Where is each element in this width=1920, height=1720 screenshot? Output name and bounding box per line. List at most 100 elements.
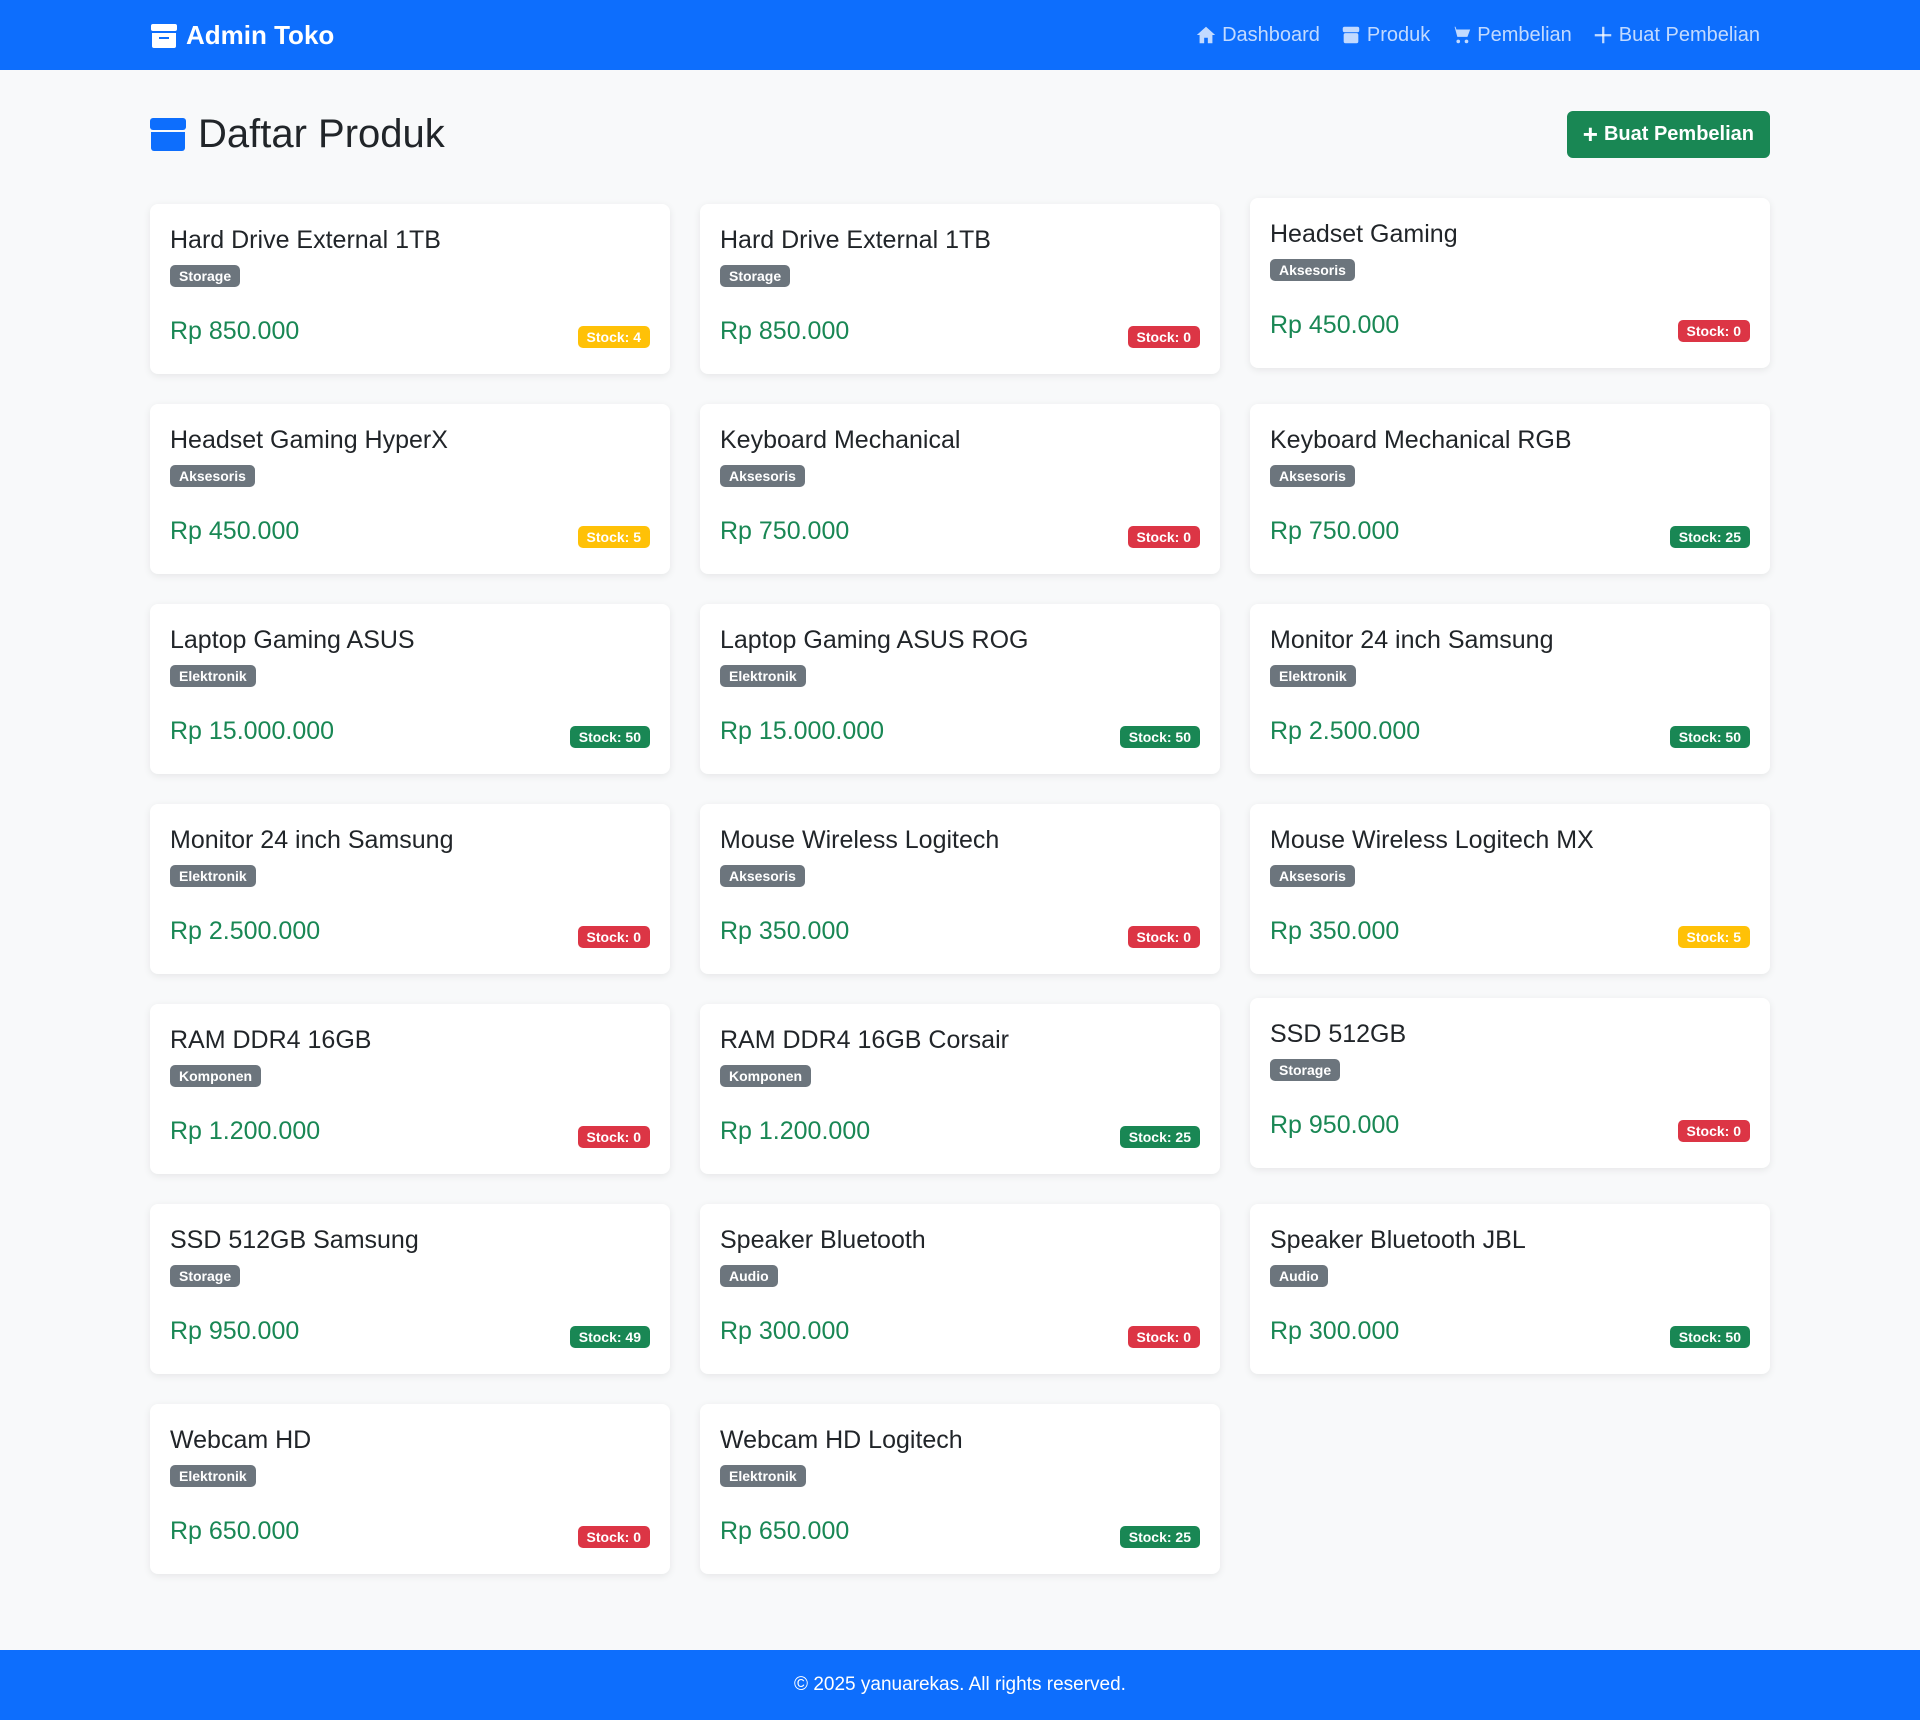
category-badge: Storage <box>170 265 241 287</box>
product-price: Rp 2.500.000 <box>170 917 321 945</box>
product-price: Rp 350.000 <box>1270 917 1400 945</box>
nav-link-label: Dashboard <box>1222 23 1320 46</box>
stock-badge: Stock: 0 <box>1127 326 1200 348</box>
footer-text: © 2025 yanuarekas. All rights reserved. <box>794 1674 1126 1695</box>
nav-link-label: Pembelian <box>1477 23 1572 46</box>
product-name: Keyboard Mechanical <box>720 426 961 454</box>
product-card[interactable]: Mouse Wireless Logitech Aksesoris Rp 350.0… <box>700 804 1220 974</box>
category-badge: Elektronik <box>170 865 256 887</box>
product-card[interactable]: Webcam HD Logitech Elektronik Rp 650.000 St… <box>700 1404 1220 1574</box>
product-card[interactable]: RAM DDR4 16GB Corsair Komponen Rp 1.200.00… <box>700 1004 1220 1174</box>
product-name: Hard Drive External 1TB <box>170 226 441 254</box>
cart-icon <box>1451 26 1471 44</box>
product-price: Rp 750.000 <box>1270 517 1400 545</box>
category-badge: Komponen <box>170 1065 262 1087</box>
stock-badge: Stock: 0 <box>1677 320 1750 342</box>
brand[interactable]: Admin Toko <box>150 20 334 51</box>
product-price: Rp 750.000 <box>720 517 850 545</box>
product-price: Rp 450.000 <box>170 517 300 545</box>
page-title-text: Daftar Produk <box>198 111 445 156</box>
product-name: Headset Gaming <box>1270 220 1458 248</box>
product-name: Hard Drive External 1TB <box>720 226 991 254</box>
stock-badge: Stock: 50 <box>1119 726 1200 748</box>
product-grid: Hard Drive External 1TB Storage Rp 850.000… <box>150 198 1770 1574</box>
product-card[interactable]: Monitor 24 inch Samsung Elektronik Rp 2.50… <box>150 804 670 974</box>
stock-badge: Stock: 0 <box>1127 926 1200 948</box>
product-name: Keyboard Mechanical RGB <box>1270 426 1572 454</box>
stock-badge: Stock: 25 <box>1119 1126 1200 1148</box>
nav-link-label: Produk <box>1366 23 1431 46</box>
product-card[interactable]: Mouse Wireless Logitech MX Aksesoris Rp 35… <box>1250 804 1770 974</box>
product-name: Speaker Bluetooth <box>720 1226 926 1254</box>
category-badge: Komponen <box>720 1065 812 1087</box>
product-card[interactable]: Speaker Bluetooth JBL Audio Rp 300.000 Stoc… <box>1250 1204 1770 1374</box>
stock-badge: Stock: 50 <box>569 726 650 748</box>
product-price: Rp 950.000 <box>170 1317 300 1345</box>
product-card[interactable]: Speaker Bluetooth Audio Rp 300.000 Stock: 0 <box>700 1204 1220 1374</box>
stock-badge: Stock: 25 <box>1119 1526 1200 1548</box>
product-name: Headset Gaming HyperX <box>170 426 448 454</box>
product-price: Rp 350.000 <box>720 917 850 945</box>
product-price: Rp 300.000 <box>1270 1317 1400 1345</box>
product-card[interactable]: SSD 512GB Storage Rp 950.000 Stock: 0 <box>1250 998 1770 1168</box>
product-card[interactable]: Keyboard Mechanical RGB Aksesoris Rp 750.0… <box>1250 404 1770 574</box>
product-card[interactable]: Headset Gaming Aksesoris Rp 450.000 Stock: … <box>1250 198 1770 368</box>
category-badge: Storage <box>720 265 791 287</box>
product-name: SSD 512GB <box>1270 1020 1407 1048</box>
category-badge: Aksesoris <box>1270 465 1355 487</box>
brand-label: Admin Toko <box>186 19 335 50</box>
product-name: Monitor 24 inch Samsung <box>1270 626 1554 654</box>
stock-badge: Stock: 25 <box>1669 526 1750 548</box>
product-card[interactable]: Hard Drive External 1TB Storage Rp 850.000… <box>150 204 670 374</box>
nav-link-dashboard[interactable]: Dashboard <box>1195 24 1320 47</box>
product-price: Rp 2.500.000 <box>1270 717 1421 745</box>
stock-badge: Stock: 0 <box>1127 1326 1200 1348</box>
product-card[interactable]: RAM DDR4 16GB Komponen Rp 1.200.000 Stock: … <box>150 1004 670 1174</box>
product-name: RAM DDR4 16GB Corsair <box>720 1026 1009 1054</box>
stock-badge: Stock: 0 <box>577 1126 650 1148</box>
stock-badge: Stock: 50 <box>1669 1326 1750 1348</box>
nav-link-pembelian[interactable]: Pembelian <box>1450 24 1572 47</box>
stock-badge: Stock: 0 <box>577 926 650 948</box>
nav-link-buat-pembelian[interactable]: Buat Pembelian <box>1592 24 1760 47</box>
product-price: Rp 300.000 <box>720 1317 850 1345</box>
product-card[interactable]: Laptop Gaming ASUS Elektronik Rp 15.000.00… <box>150 604 670 774</box>
main-container: Daftar Produk + Buat Pembelian Hard Driv… <box>0 70 1920 1574</box>
product-card[interactable]: Laptop Gaming ASUS ROG Elektronik Rp 15.00… <box>700 604 1220 774</box>
product-name: Monitor 24 inch Samsung <box>170 826 454 854</box>
product-price: Rp 650.000 <box>170 1517 300 1545</box>
category-badge: Elektronik <box>170 665 256 687</box>
category-badge: Elektronik <box>720 1465 806 1487</box>
category-badge: Audio <box>1270 1265 1328 1287</box>
product-card[interactable]: SSD 512GB Samsung Storage Rp 950.000 Stock:… <box>150 1204 670 1374</box>
product-card[interactable]: Monitor 24 inch Samsung Elektronik Rp 2.50… <box>1250 604 1770 774</box>
product-card[interactable]: Headset Gaming HyperX Aksesoris Rp 450.000… <box>150 404 670 574</box>
store-icon <box>151 24 177 48</box>
product-card[interactable]: Keyboard Mechanical Aksesoris Rp 750.000 St… <box>700 404 1220 574</box>
category-badge: Elektronik <box>1270 665 1356 687</box>
product-card[interactable]: Webcam HD Elektronik Rp 650.000 Stock: 0 <box>150 1404 670 1574</box>
category-badge: Aksesoris <box>720 865 805 887</box>
footer: © 2025 yanuarekas. All rights reserved. <box>0 1650 1920 1720</box>
product-price: Rp 15.000.000 <box>720 717 885 745</box>
product-card[interactable]: Hard Drive External 1TB Storage Rp 850.000… <box>700 204 1220 374</box>
product-name: RAM DDR4 16GB <box>170 1026 372 1054</box>
create-purchase-label: Buat Pembelian <box>1603 122 1754 145</box>
stock-badge: Stock: 5 <box>1677 926 1750 948</box>
category-badge: Audio <box>720 1265 778 1287</box>
stock-badge: Stock: 49 <box>569 1326 650 1348</box>
product-name: Speaker Bluetooth JBL <box>1270 1226 1526 1254</box>
product-name: Laptop Gaming ASUS <box>170 626 415 654</box>
product-price: Rp 450.000 <box>1270 311 1400 339</box>
product-price: Rp 15.000.000 <box>170 717 335 745</box>
nav-link-label: Buat Pembelian <box>1618 23 1760 46</box>
category-badge: Storage <box>1270 1059 1341 1081</box>
create-purchase-button[interactable]: + Buat Pembelian <box>1566 110 1770 158</box>
nav-link-produk[interactable]: Produk <box>1340 24 1430 47</box>
page-header: Daftar Produk + Buat Pembelian <box>150 70 1770 186</box>
category-badge: Elektronik <box>720 665 806 687</box>
category-badge: Storage <box>170 1265 241 1287</box>
product-name: Webcam HD Logitech <box>720 1426 963 1454</box>
stock-badge: Stock: 5 <box>577 526 650 548</box>
product-name: Mouse Wireless Logitech MX <box>1270 826 1594 854</box>
